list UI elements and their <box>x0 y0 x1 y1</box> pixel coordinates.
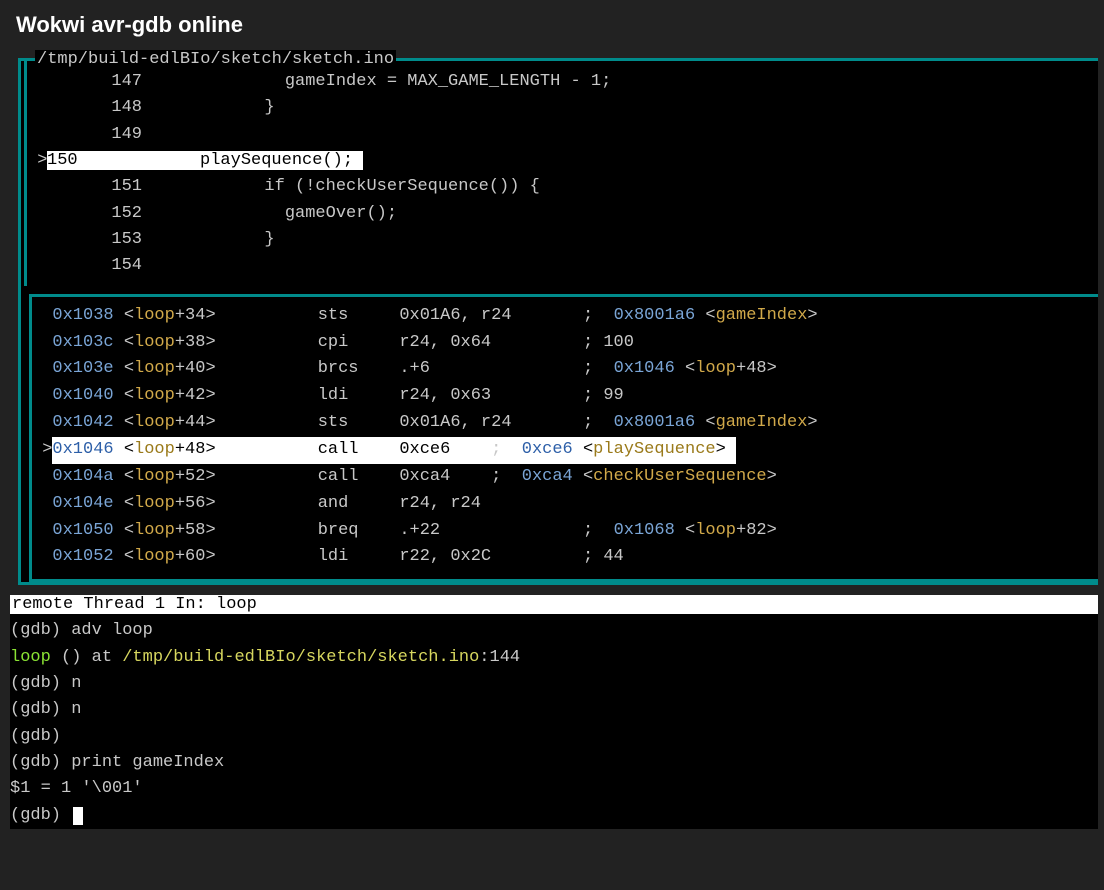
source-line: 152 gameOver(); <box>27 201 1098 227</box>
asm-line: 0x1052 <loop+60> ldi r22, 0x2C ; 44 <box>32 544 1098 571</box>
disassembly-lines: 0x1038 <loop+34> sts 0x01A6, r24 ; 0x800… <box>32 303 1098 572</box>
page-title: Wokwi avr-gdb online <box>0 0 1104 50</box>
asm-line: 0x1042 <loop+44> sts 0x01A6, r24 ; 0x800… <box>32 410 1098 437</box>
source-file-path: /tmp/build-edlBIo/sketch/sketch.ino <box>35 50 396 69</box>
gdb-prompt-line: (gdb) n <box>10 671 1098 697</box>
disassembly-panel: 0x1038 <loop+34> sts 0x01A6, r24 ; 0x800… <box>29 294 1098 583</box>
cursor <box>73 807 83 825</box>
source-line: 148 } <box>27 95 1098 121</box>
source-line: 147 gameIndex = MAX_GAME_LENGTH - 1; <box>27 69 1098 95</box>
gdb-prompt-line: (gdb) <box>10 724 1098 750</box>
source-lines: 147 gameIndex = MAX_GAME_LENGTH - 1; 148… <box>27 61 1098 286</box>
asm-line: 0x1038 <loop+34> sts 0x01A6, r24 ; 0x800… <box>32 303 1098 330</box>
gdb-prompt-line: (gdb) <box>10 803 1098 829</box>
asm-line: 0x1040 <loop+42> ldi r24, 0x63 ; 99 <box>32 383 1098 410</box>
asm-line: >0x1046 <loop+48> call 0xce6 ; 0xce6 <pl… <box>32 437 1098 464</box>
source-line: 151 if (!checkUserSequence()) { <box>27 174 1098 200</box>
tui-panel: /tmp/build-edlBIo/sketch/sketch.ino 147 … <box>18 58 1098 585</box>
source-line: 154 <box>27 253 1098 279</box>
source-line: 153 } <box>27 227 1098 253</box>
console-wrap: remote Thread 1 In: loop (gdb) adv loopl… <box>10 595 1098 829</box>
source-panel: /tmp/build-edlBIo/sketch/sketch.ino 147 … <box>24 61 1098 286</box>
asm-line: 0x104a <loop+52> call 0xca4 ; 0xca4 <che… <box>32 464 1098 491</box>
gdb-prompt-line: (gdb) print gameIndex <box>10 750 1098 776</box>
source-line: >150 playSequence(); <box>27 148 1098 174</box>
asm-line: 0x1050 <loop+58> breq .+22 ; 0x1068 <loo… <box>32 518 1098 545</box>
asm-line: 0x104e <loop+56> and r24, r24 <box>32 491 1098 518</box>
gdb-output-line: $1 = 1 '\001' <box>10 776 1098 802</box>
source-line: 149 <box>27 122 1098 148</box>
asm-line: 0x103c <loop+38> cpi r24, 0x64 ; 100 <box>32 330 1098 357</box>
asm-line: 0x103e <loop+40> brcs .+6 ; 0x1046 <loop… <box>32 356 1098 383</box>
gdb-prompt-line: (gdb) n <box>10 697 1098 723</box>
gdb-console[interactable]: (gdb) adv looploop () at /tmp/build-edlB… <box>10 614 1098 829</box>
gdb-output-line: loop () at /tmp/build-edlBIo/sketch/sket… <box>10 645 1098 671</box>
gdb-prompt-line: (gdb) adv loop <box>10 618 1098 644</box>
status-bar: remote Thread 1 In: loop <box>10 595 1098 614</box>
